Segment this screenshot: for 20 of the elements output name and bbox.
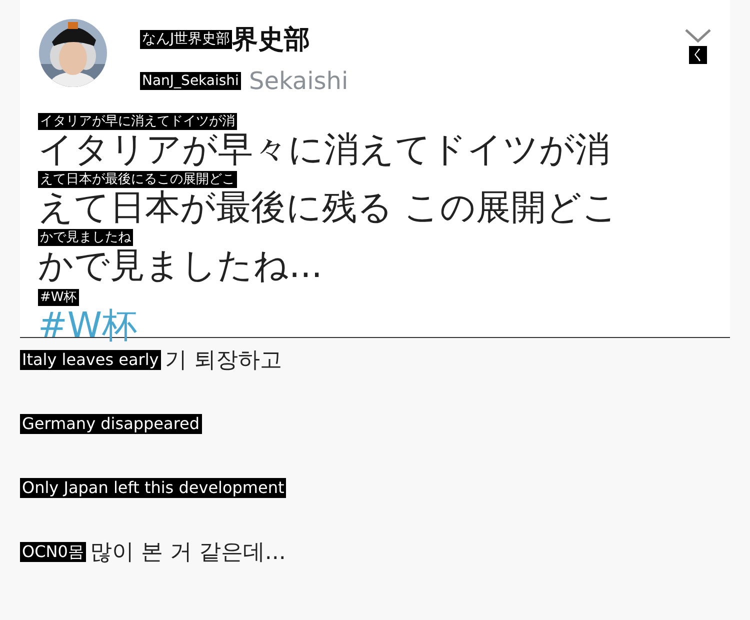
- chevron-down-icon[interactable]: [684, 28, 712, 44]
- translation-label: く: [689, 46, 707, 64]
- translation-label: えて日本が最後にるこの展開どこ: [38, 171, 237, 188]
- translation-label: Italy leaves early: [20, 350, 161, 370]
- translation-label: Only Japan left this development: [20, 478, 286, 498]
- tweet-text: えて日本が最後に残る この展開どこ: [38, 188, 620, 229]
- caption-text: 기 퇴장하고: [164, 347, 282, 375]
- account-name: 界史部: [232, 24, 310, 57]
- translation-label: Germany disappeared: [20, 414, 202, 434]
- translation-label: NanJ_Sekaishi: [140, 72, 241, 90]
- translation-label: OCN0몸: [20, 542, 86, 562]
- tweet-text: かで見ましたね...: [38, 246, 324, 287]
- caption-text: 많이 본 거 같은데...: [90, 539, 286, 567]
- hashtag-link[interactable]: #W杯: [38, 306, 712, 347]
- translation-label: なんJ世界史部: [140, 30, 232, 49]
- translation-label: #W杯: [38, 289, 79, 306]
- account-handle: Sekaishi: [248, 67, 348, 95]
- translation-label: かで見ましたね: [38, 229, 133, 246]
- translation-label: イタリアが早に消えてドイツが消: [38, 113, 237, 130]
- tweet-text: イタリアが早々に消えてドイツが消: [38, 130, 611, 171]
